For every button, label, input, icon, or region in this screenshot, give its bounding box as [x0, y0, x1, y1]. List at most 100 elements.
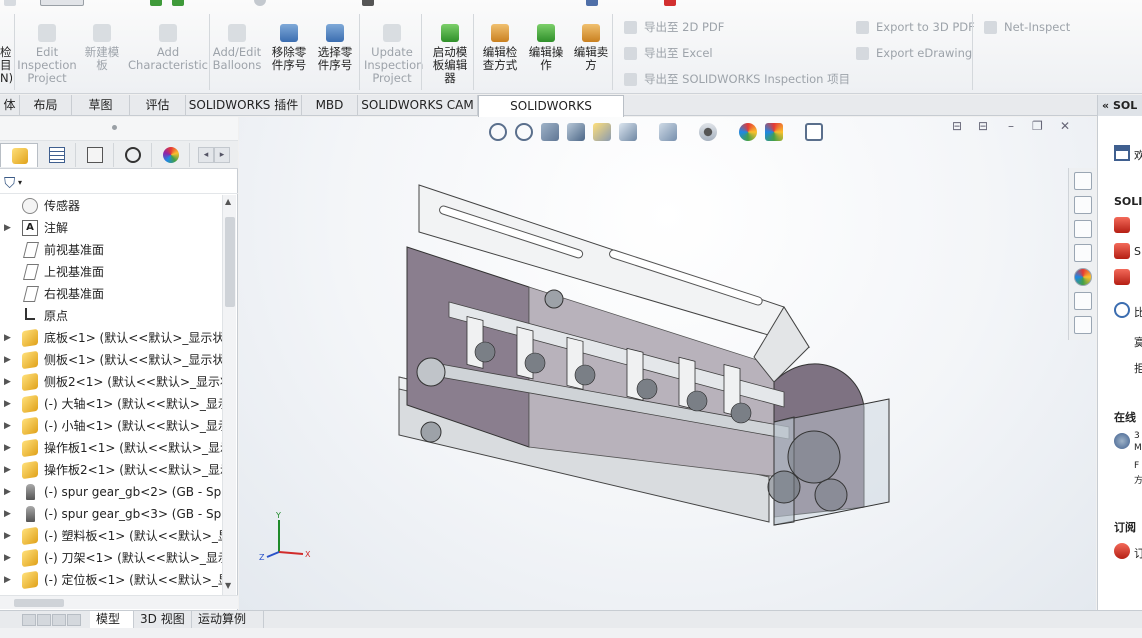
task-pane-text[interactable]: 3 — [1134, 431, 1140, 441]
dynamic-annotation-icon[interactable] — [593, 123, 611, 141]
select-part-number-button[interactable]: 选择零 件序号 — [312, 20, 358, 90]
task-pane-text[interactable]: F — [1134, 461, 1139, 471]
tree-horizontal-scrollbar[interactable] — [0, 595, 238, 609]
tab-7[interactable]: SOLIDWORKS Inspection — [478, 95, 624, 133]
graphics-area[interactable]: ⊟ ⊟ – ❐ ✕ Y X Z — [239, 117, 1096, 610]
expand-arrow-icon[interactable]: ▶ — [4, 459, 11, 481]
edit-inspection-project-button[interactable]: Edit Inspection Project — [16, 20, 78, 90]
toolbar-icon[interactable] — [4, 0, 16, 6]
task-pane-text[interactable]: 方 — [1134, 473, 1142, 486]
task-pane-text[interactable]: 欢 — [1134, 147, 1142, 163]
tab-6[interactable]: SOLIDWORKS CAM — [358, 95, 478, 116]
tab-configuration-manager[interactable] — [76, 143, 114, 167]
tree-item[interactable]: ▶ (-) 刀架<1> (默认<<默认>_显示 — [0, 547, 222, 569]
expand-arrow-icon[interactable]: ▶ — [4, 547, 11, 569]
tree-item[interactable]: 原点 — [0, 305, 222, 327]
home-icon[interactable] — [1074, 172, 1092, 190]
zoom-to-fit-icon[interactable] — [489, 123, 507, 141]
remove-part-number-button[interactable]: 移除零 件序号 — [266, 20, 312, 90]
expand-arrow-icon[interactable]: ▶ — [4, 415, 11, 437]
tree-item[interactable]: ▶ (-) 定位板<1> (默认<<默认>_显 — [0, 569, 222, 591]
inspection-partial-button[interactable]: 检 目 N) — [0, 20, 12, 90]
toolbar-dropdown[interactable] — [40, 0, 84, 6]
export-3d-pdf-button[interactable]: Export to 3D PDF — [854, 18, 975, 36]
add-edit-balloons-button[interactable]: Add/Edit Balloons — [210, 20, 264, 90]
tree-item[interactable]: ▶ 侧板2<1> (默认<<默认>_显示状 — [0, 371, 222, 393]
tab-1[interactable]: 布局 — [20, 95, 72, 116]
first-tab-icon[interactable] — [22, 614, 36, 626]
sketch-icon[interactable] — [362, 0, 374, 6]
tab-feature-manager[interactable] — [0, 143, 38, 167]
tree-item[interactable]: ▶ 操作板1<1> (默认<<默认>_显示 — [0, 437, 222, 459]
scrollbar-thumb[interactable] — [14, 599, 64, 607]
expand-arrow-icon[interactable]: ▶ — [4, 371, 11, 393]
launch-template-editor-button[interactable]: 启动模 板编辑器 — [428, 20, 472, 90]
task-pane-text[interactable]: 比 — [1134, 304, 1142, 320]
export-edrawing-button[interactable]: Export eDrawing — [854, 44, 972, 62]
model-view-tab-0[interactable]: 模型 — [90, 611, 134, 629]
prev-tab-icon[interactable] — [37, 614, 51, 626]
tree-item[interactable]: ▶ A 注解 — [0, 217, 222, 239]
scroll-left-icon[interactable]: ◂ — [198, 147, 214, 163]
toolbar-icon[interactable] — [586, 0, 598, 6]
view-palette-icon[interactable] — [1074, 244, 1092, 262]
edit-appearance-icon[interactable] — [739, 123, 757, 141]
tree-item[interactable]: ▶ (-) spur gear_gb<2> (GB - Sp — [0, 481, 222, 503]
tab-property-manager[interactable] — [38, 143, 76, 167]
appearances-icon[interactable] — [1074, 268, 1092, 286]
edit-vendor-button[interactable]: 编辑卖方 — [570, 20, 612, 90]
tile-left-icon[interactable]: ⊟ — [952, 119, 962, 133]
update-inspection-project-button[interactable]: Update Inspection Project — [364, 20, 423, 90]
scroll-down-icon[interactable]: ▼ — [225, 581, 231, 590]
expand-arrow-icon[interactable]: ▶ — [4, 393, 11, 415]
design-library-icon[interactable] — [1074, 196, 1092, 214]
collapse-icon[interactable]: « — [1102, 99, 1113, 112]
task-pane-text[interactable]: S — [1134, 245, 1141, 258]
expand-arrow-icon[interactable]: ▶ — [4, 525, 11, 547]
tab-2[interactable]: 草图 — [72, 95, 130, 116]
apply-scene-icon[interactable] — [765, 123, 783, 141]
view-orientation-icon[interactable] — [619, 123, 637, 141]
check-icon[interactable] — [150, 0, 162, 6]
circle-icon[interactable] — [254, 0, 266, 6]
task-pane-text[interactable]: M — [1134, 443, 1142, 453]
net-inspect-button[interactable]: Net-Inspect — [982, 18, 1070, 36]
expand-arrow-icon[interactable]: ▶ — [4, 437, 11, 459]
add-characteristic-button[interactable]: Add Characteristic — [128, 20, 208, 90]
scroll-right-icon[interactable]: ▸ — [214, 147, 230, 163]
last-tab-icon[interactable] — [67, 614, 81, 626]
tree-item[interactable]: ▶ 侧板<1> (默认<<默认>_显示状 — [0, 349, 222, 371]
expand-arrow-icon[interactable]: ▶ — [4, 349, 11, 371]
task-pane-text[interactable]: 寞 — [1134, 334, 1142, 350]
tree-filter[interactable]: ⛉ ▾ — [0, 170, 238, 194]
panel-splitter[interactable] — [0, 117, 238, 141]
expand-arrow-icon[interactable]: ▶ — [4, 327, 11, 349]
tree-item[interactable]: ▶ 底板<1> (默认<<默认>_显示状 — [0, 327, 222, 349]
scroll-up-icon[interactable]: ▲ — [225, 197, 231, 206]
export-excel-button[interactable]: 导出至 Excel — [622, 44, 713, 62]
file-explorer-icon[interactable] — [1074, 220, 1092, 238]
expand-arrow-icon[interactable]: ▶ — [4, 481, 11, 503]
expand-arrow-icon[interactable]: ▶ — [4, 569, 11, 591]
task-pane-header[interactable]: « SOL — [1098, 95, 1142, 116]
task-pane-text[interactable]: 订 — [1134, 545, 1142, 561]
close-icon[interactable]: ✕ — [1060, 119, 1070, 133]
tile-right-icon[interactable]: ⊟ — [978, 119, 988, 133]
previous-view-icon[interactable] — [541, 123, 559, 141]
machine-model[interactable] — [389, 177, 909, 537]
forum-icon[interactable] — [1074, 316, 1092, 334]
tree-item[interactable]: 上视基准面 — [0, 261, 222, 283]
restore-icon[interactable]: ❐ — [1032, 119, 1043, 133]
tree-item[interactable]: 传感器 — [0, 195, 222, 217]
tree-item[interactable]: ▶ (-) 大轴<1> (默认<<默认>_显示 — [0, 393, 222, 415]
expand-arrow-icon[interactable]: ▶ — [4, 217, 11, 239]
export-sw-inspection-project-button[interactable]: 导出至 SOLIDWORKS Inspection 项目 — [622, 70, 850, 88]
tab-3[interactable]: 评估 — [130, 95, 186, 116]
edit-operation-button[interactable]: 编辑操作 — [524, 20, 568, 90]
tree-item[interactable]: ▶ (-) spur gear_gb<3> (GB - Sp — [0, 503, 222, 525]
tree-item[interactable]: 右视基准面 — [0, 283, 222, 305]
scrollbar-thumb[interactable] — [225, 217, 235, 307]
display-style-icon[interactable] — [659, 123, 677, 141]
zoom-to-area-icon[interactable] — [515, 123, 533, 141]
custom-properties-icon[interactable] — [1074, 292, 1092, 310]
